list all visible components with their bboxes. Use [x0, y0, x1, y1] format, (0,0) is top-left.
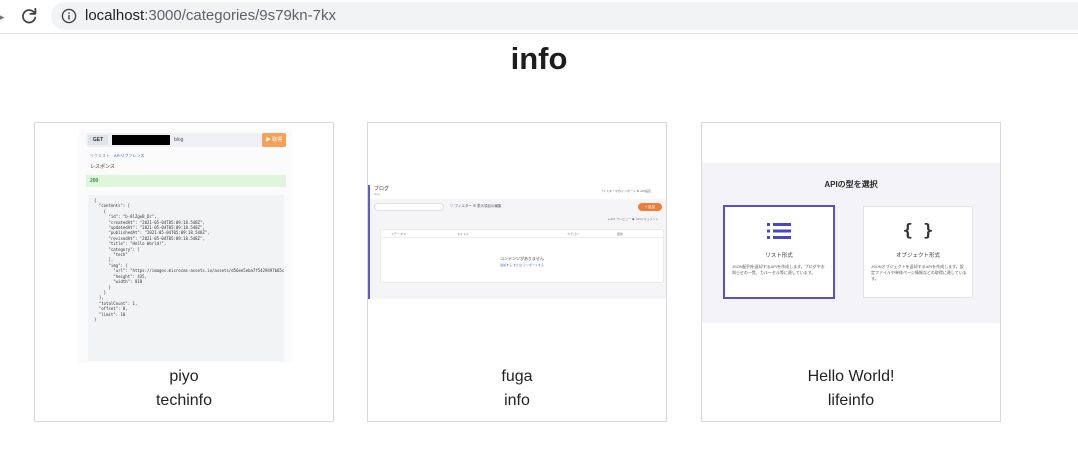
response-json: { "contents": [ { "id": "b-8lZgeB_Dr", "…	[88, 195, 284, 361]
card-title: fuga	[501, 368, 533, 385]
add-button: + 追加	[638, 203, 662, 211]
object-type-title: オブジェクト形式	[895, 253, 940, 259]
card-title: Hello World!	[807, 368, 895, 385]
list-type-option: リスト形式 JSON配列を返却するAPIを作成します。ブログやお知らせの一覧、カ…	[724, 206, 834, 298]
card-title: piyo	[169, 368, 199, 385]
endpoint-text: blog	[174, 137, 184, 143]
article-thumbnail[interactable]: ブログ blog ⇅ スキーマのインポート ⚙ API設定 ▽ フィルター ☰ …	[368, 123, 666, 363]
status-code: 200	[86, 175, 286, 187]
card-category: info	[504, 392, 530, 409]
list-header: ブログ blog ⇅ スキーマのインポート ⚙ API設定	[370, 185, 666, 199]
page-title: info	[510, 41, 568, 76]
col-category: カテゴリ	[567, 232, 580, 236]
list-type-title: リスト形式	[765, 253, 793, 259]
article-card[interactable]: GET blog ▶ 取得 リクエスト APIリファレンス レスポンス 200 {…	[34, 122, 334, 422]
filter-controls: ▽ フィルター ☰ 表示項目の編集	[450, 204, 502, 208]
card-category: techinfo	[155, 392, 213, 409]
list-type-desc: JSON配列を返却するAPIを作成します。ブログやお知らせの一覧、カルーセル等に…	[732, 264, 825, 275]
request-bar: GET blog ▶ 取得	[86, 133, 286, 147]
search-input	[374, 203, 444, 211]
object-type-desc: JSONオブジェクトを返却するAPIを作成します。設定ファイルや単体ページ情報な…	[871, 264, 967, 281]
article-thumbnail[interactable]: APIの型を選択 リスト形式 JSON配列を返却するAPIを作成します。ブログや…	[702, 123, 1000, 363]
api-preview-screenshot: GET blog ▶ 取得 リクエスト APIリファレンス レスポンス 200 {…	[78, 129, 292, 363]
redacted-block	[112, 135, 170, 145]
card-category: lifeinfo	[827, 392, 875, 409]
list-toolbar: ▽ フィルター ☰ 表示項目の編集 + 追加	[370, 201, 666, 213]
content-table: ステータス タイトル カテゴリ 更新 コンテンツがありません 追加する または …	[380, 229, 664, 283]
empty-actions: 追加する または インポートする	[500, 263, 544, 267]
empty-message: コンテンツがありません	[500, 256, 544, 261]
response-label: レスポンス	[90, 164, 115, 170]
list-icon	[725, 221, 833, 241]
reload-icon[interactable]	[18, 5, 40, 27]
article-thumbnail[interactable]: GET blog ▶ 取得 リクエスト APIリファレンス レスポンス 200 {…	[35, 123, 333, 363]
content-list-screenshot: ブログ blog ⇅ スキーマのインポート ⚙ API設定 ▽ フィルター ☰ …	[368, 185, 666, 299]
col-title: タイトル	[457, 232, 470, 236]
col-status: ステータス	[391, 232, 407, 236]
api-endpoint: blog	[374, 192, 380, 196]
article-card[interactable]: APIの型を選択 リスト形式 JSON配列を返却するAPIを作成します。ブログや…	[701, 122, 1001, 422]
url-host: localhost	[85, 7, 145, 24]
site-info-icon[interactable]	[61, 8, 77, 24]
forward-icon[interactable]: ▸	[0, 7, 8, 27]
table-header: ステータス タイトル カテゴリ 更新	[381, 230, 663, 238]
header-actions: ⇅ スキーマのインポート ⚙ API設定	[602, 189, 652, 193]
preview-tabs: リクエスト APIリファレンス	[90, 153, 144, 159]
url-path: :3000/categories/9s79kn-7kx	[144, 7, 336, 24]
api-type-screenshot: APIの型を選択 リスト形式 JSON配列を返却するAPIを作成します。ブログや…	[702, 163, 1000, 323]
send-button: ▶ 取得	[262, 133, 286, 147]
braces-icon: { }	[902, 221, 934, 241]
tab-request: リクエスト	[90, 153, 110, 158]
tab-api-reference: APIリファレンス	[114, 153, 145, 158]
api-links: ● API プレビュー ▶ APIドキュメント	[608, 217, 659, 221]
method-badge: GET	[88, 135, 108, 145]
browser-toolbar: ▸ localhost:3000/categories/9s79kn-7kx	[0, 0, 1078, 34]
url-text: localhost:3000/categories/9s79kn-7kx	[85, 7, 336, 25]
address-bar[interactable]: localhost:3000/categories/9s79kn-7kx	[51, 2, 1078, 30]
api-type-heading: APIの型を選択	[824, 180, 878, 189]
article-card[interactable]: ブログ blog ⇅ スキーマのインポート ⚙ API設定 ▽ フィルター ☰ …	[367, 122, 667, 422]
col-date: 更新	[617, 232, 624, 236]
object-type-option: { } オブジェクト形式 JSONオブジェクトを返却するAPIを作成します。設定…	[863, 206, 973, 298]
